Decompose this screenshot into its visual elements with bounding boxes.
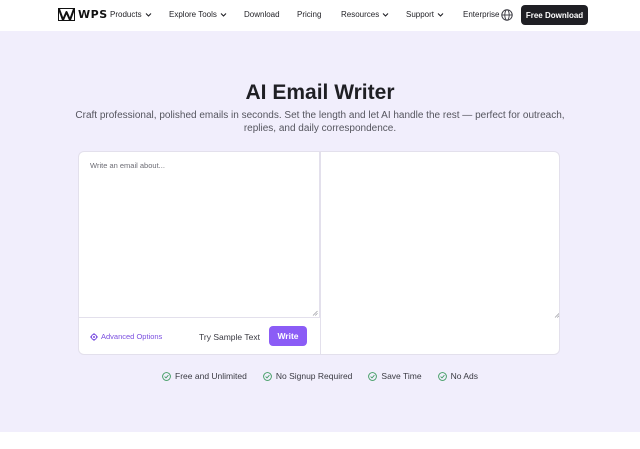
- chevron-down-icon: [145, 13, 151, 17]
- wps-logo-icon: [58, 8, 75, 21]
- feature-item: Free and Unlimited: [162, 371, 247, 381]
- logo-text: WPS: [78, 8, 108, 21]
- feature-label: Free and Unlimited: [175, 371, 247, 381]
- nav-label: Explore Tools: [169, 10, 217, 19]
- feature-item: No Signup Required: [262, 371, 353, 381]
- page-subtitle: Craft professional, polished emails in s…: [75, 110, 565, 134]
- nav-label: Download: [244, 10, 280, 19]
- feature-label: No Signup Required: [275, 371, 353, 381]
- hero-section: AI Email Writer Craft professional, poli…: [0, 31, 640, 432]
- feature-label: No Ads: [450, 371, 478, 381]
- email-topic-pane: [79, 152, 320, 318]
- nav-explore-tools[interactable]: Explore Tools: [169, 10, 227, 19]
- nav-pricing[interactable]: Pricing: [297, 10, 321, 19]
- check-circle-icon: [162, 371, 171, 381]
- nav-download[interactable]: Download: [244, 10, 280, 19]
- write-button[interactable]: Write: [269, 326, 307, 346]
- nav-label: Resources: [341, 10, 380, 19]
- gear-icon: [90, 332, 98, 341]
- check-circle-icon: [262, 371, 272, 381]
- try-sample-text-button[interactable]: Try Sample Text: [199, 332, 260, 342]
- nav-label: Pricing: [297, 10, 322, 19]
- feature-label: Save Time: [381, 371, 422, 381]
- resize-grip-icon[interactable]: [554, 312, 560, 318]
- email-topic-input[interactable]: [79, 152, 319, 317]
- check-circle-icon: [437, 371, 447, 381]
- nav-enterprise[interactable]: Enterprise: [463, 10, 499, 19]
- globe-icon[interactable]: [501, 9, 513, 21]
- check-circle-icon: [368, 371, 378, 381]
- feature-item: Save Time: [368, 371, 422, 381]
- top-navigation-bar: WPS Products Explore Tools Download Pric…: [0, 0, 640, 31]
- nav-resources[interactable]: Resources: [341, 10, 389, 19]
- chevron-down-icon: [382, 13, 389, 17]
- chevron-down-icon: [437, 13, 444, 17]
- advanced-options-link[interactable]: Advanced Options: [90, 332, 162, 341]
- chevron-down-icon: [220, 13, 227, 17]
- feature-list: Free and Unlimited No Signup Required Sa…: [0, 371, 640, 381]
- page-title: AI Email Writer: [245, 81, 395, 104]
- email-output-pane: [320, 152, 560, 354]
- resize-grip-icon[interactable]: [312, 310, 318, 316]
- nav-label: Products: [110, 10, 142, 19]
- nav-support[interactable]: Support: [406, 10, 444, 19]
- nav-label: Support: [406, 10, 435, 19]
- advanced-options-label: Advanced Options: [101, 332, 163, 341]
- nav-label: Enterprise: [463, 10, 500, 19]
- wps-logo[interactable]: WPS: [58, 8, 108, 21]
- free-download-button[interactable]: Free Download: [521, 5, 588, 25]
- nav-products[interactable]: Products: [110, 10, 152, 19]
- email-writer-card: Advanced Options Try Sample Text Write: [78, 151, 560, 355]
- feature-item: No Ads: [437, 371, 478, 381]
